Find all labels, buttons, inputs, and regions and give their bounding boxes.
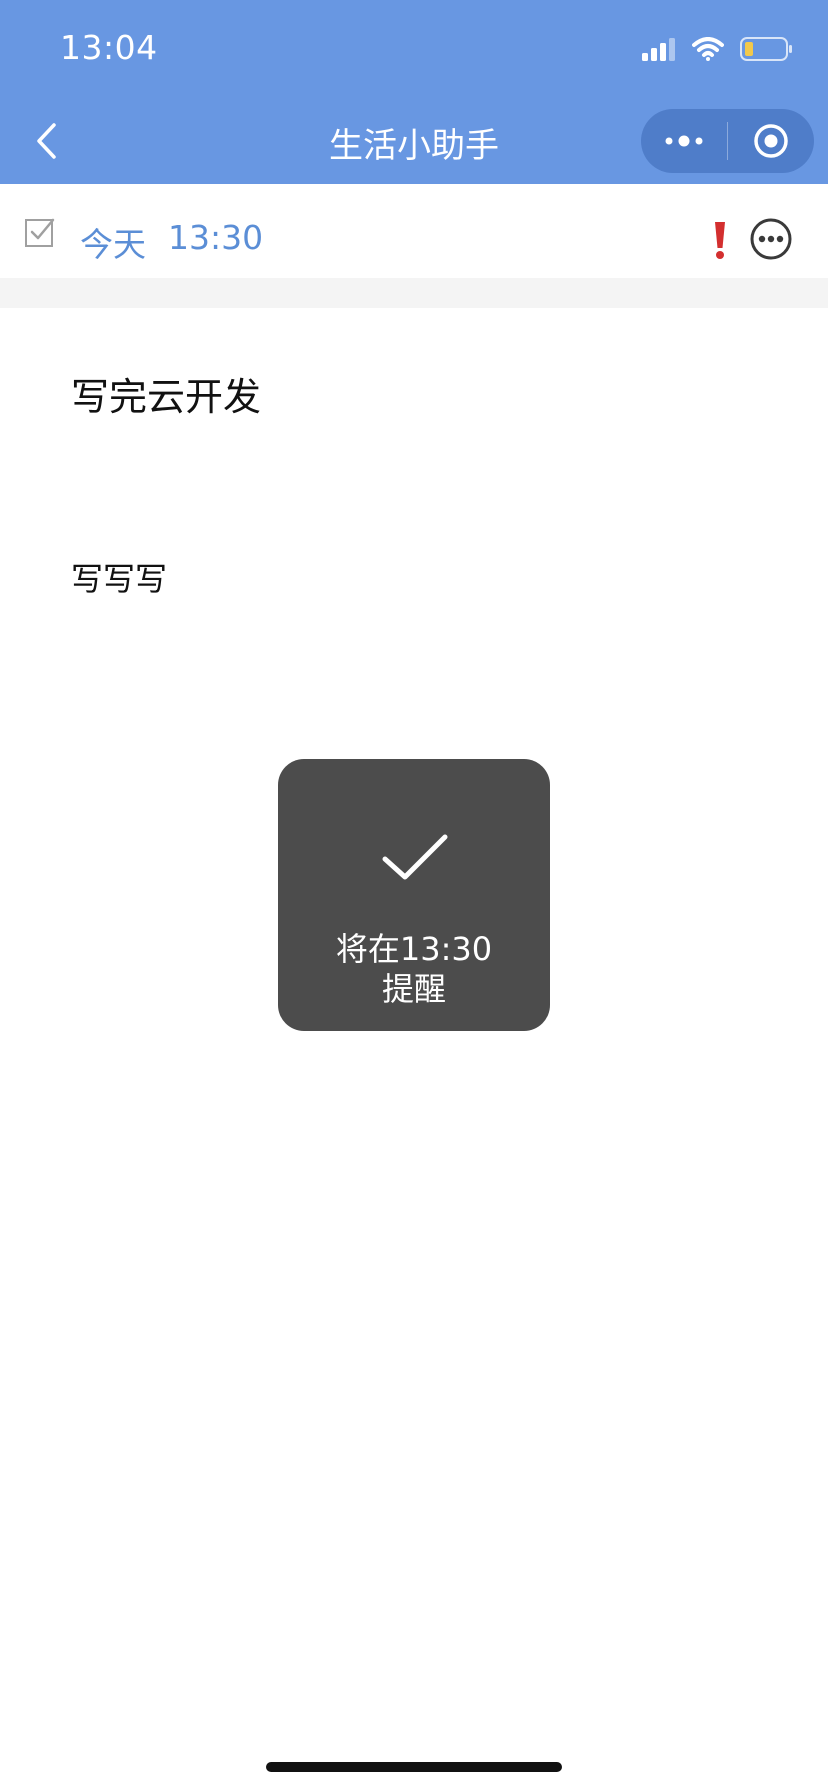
battery-icon — [740, 37, 792, 61]
reminder-time[interactable]: 13:30 — [168, 218, 263, 257]
capsule-menu — [641, 109, 814, 173]
reminder-date[interactable]: 今天 — [80, 218, 146, 266]
close-miniprogram-button[interactable] — [728, 109, 814, 173]
priority-icon[interactable] — [711, 220, 729, 260]
toast-message: 将在13:30 提醒 — [288, 929, 540, 1009]
more-icon[interactable] — [749, 217, 793, 261]
divider-band — [0, 278, 828, 308]
note-title[interactable]: 写完云开发 — [71, 366, 261, 421]
toast-line-1: 将在13:30 — [335, 930, 493, 968]
note-body[interactable]: 写写写 — [71, 554, 167, 600]
check-icon — [382, 834, 448, 880]
signal-icon — [642, 38, 675, 61]
success-toast: 将在13:30 提醒 — [278, 759, 550, 1031]
status-icons — [642, 34, 794, 64]
home-indicator[interactable] — [266, 1762, 562, 1772]
more-options-button[interactable] — [641, 109, 727, 173]
status-time: 13:04 — [60, 28, 158, 67]
more-dots-icon — [665, 135, 703, 147]
toast-line-2: 提醒 — [381, 970, 446, 1008]
target-icon — [754, 124, 788, 158]
checkbox-icon[interactable] — [24, 216, 56, 248]
wifi-icon — [692, 37, 724, 61]
header: 13:04 生活小助手 — [0, 0, 828, 184]
